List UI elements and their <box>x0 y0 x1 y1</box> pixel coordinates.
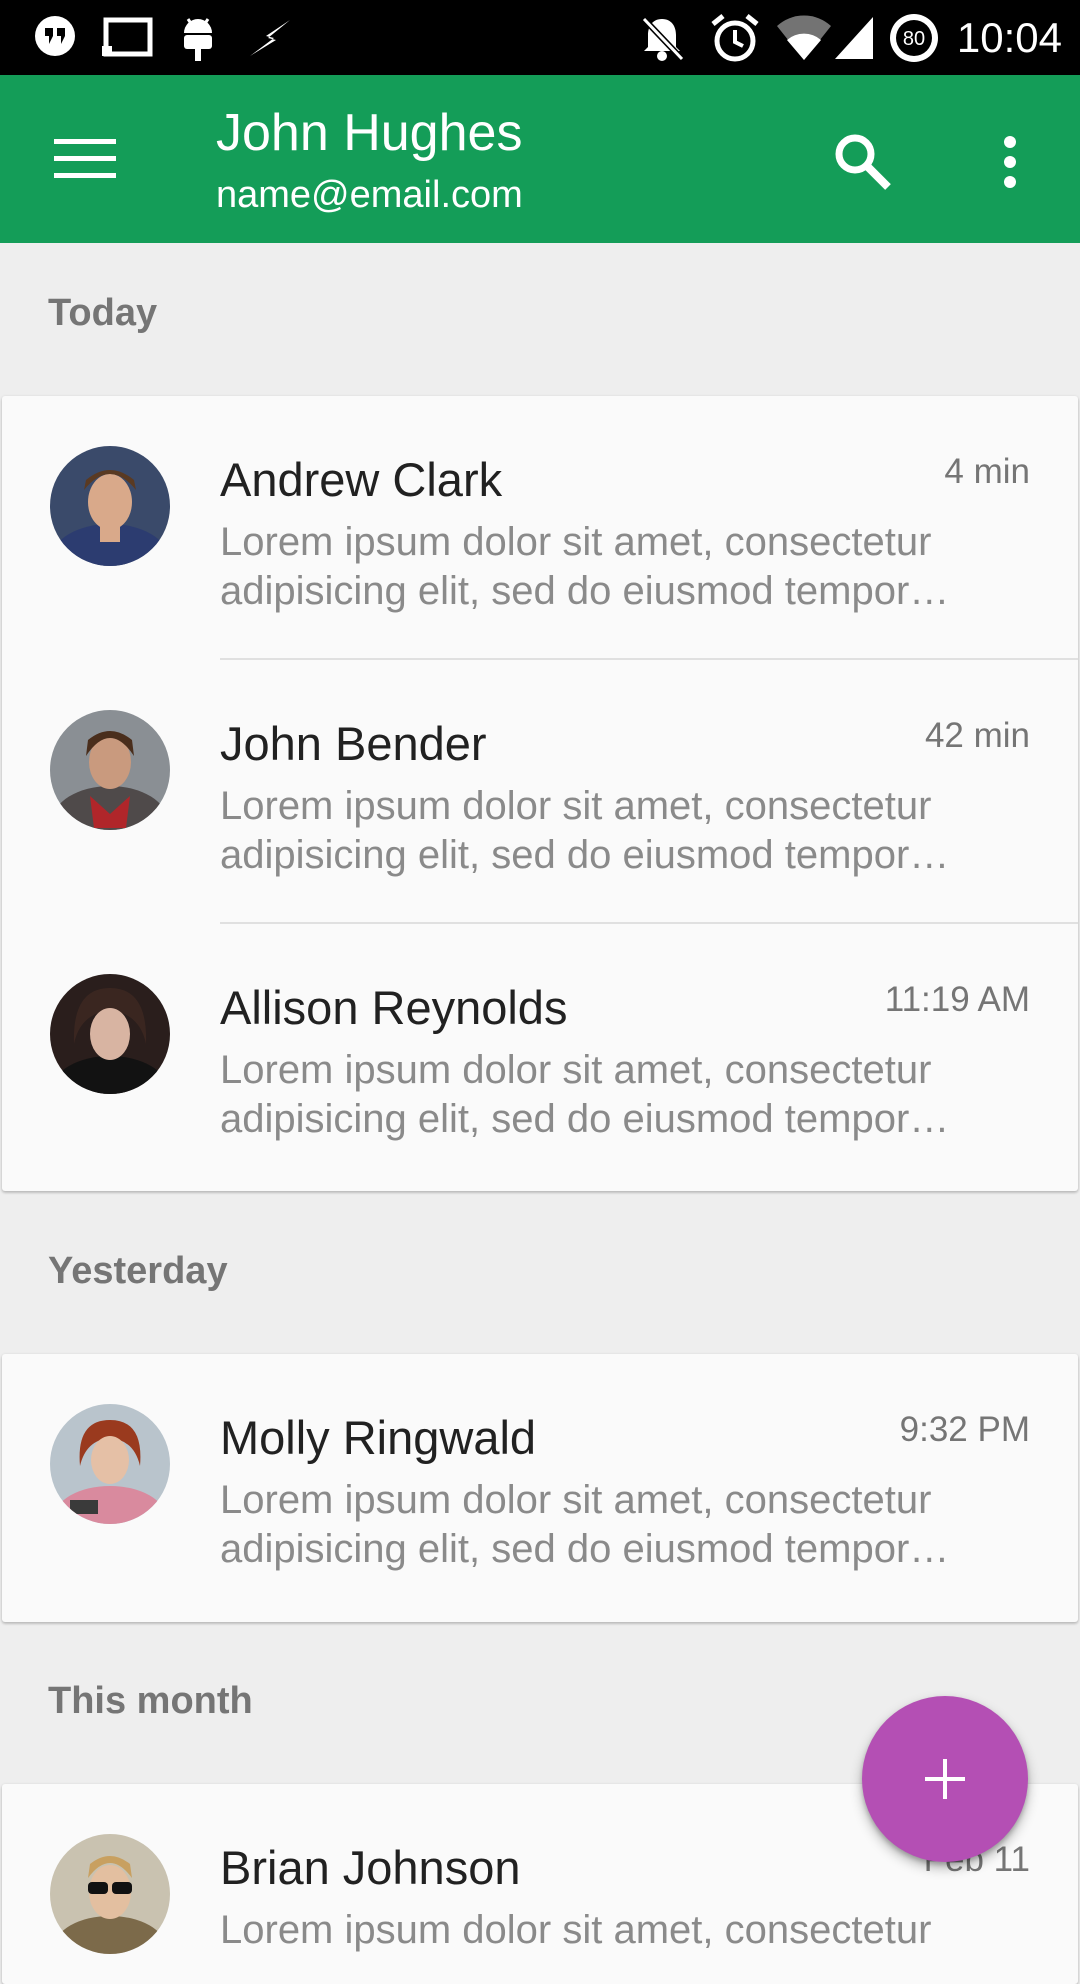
account-name[interactable]: John Hughes <box>216 103 522 163</box>
list-item[interactable]: Allison Reynolds 11:19 AM Lorem ipsum do… <box>2 924 1078 1188</box>
search-icon <box>835 134 891 190</box>
message-time: 9:32 PM <box>899 1410 1030 1449</box>
compose-fab-button[interactable] <box>862 1696 1028 1862</box>
avatar <box>50 974 170 1094</box>
more-vert-icon <box>1004 136 1016 188</box>
search-button[interactable] <box>820 119 906 205</box>
section-header-today: Today <box>48 292 158 334</box>
wifi-icon <box>774 10 834 65</box>
card-today: Andrew Clark 4 min Lorem ipsum dolor sit… <box>2 396 1078 1191</box>
message-preview-line-1: Lorem ipsum dolor sit amet, consectetur <box>220 1908 932 1952</box>
status-bar: 80 10:04 <box>0 0 1080 75</box>
menu-icon <box>54 139 116 178</box>
alarm-icon <box>708 10 762 65</box>
sender-name: John Bender <box>220 717 487 770</box>
avatar <box>50 446 170 566</box>
message-preview-line-2: adipisicing elit, sed do eiusmod tempor… <box>220 833 950 877</box>
status-time: 10:04 <box>956 14 1062 61</box>
section-header-this-month: This month <box>48 1680 253 1722</box>
list-item[interactable]: John Bender 42 min Lorem ipsum dolor sit… <box>2 660 1078 924</box>
section-header-yesterday: Yesterday <box>48 1250 228 1292</box>
message-preview-line-2: adipisicing elit, sed do eiusmod tempor… <box>220 1097 950 1141</box>
cell-signal-icon <box>832 10 876 65</box>
hangouts-icon <box>28 10 82 65</box>
cast-icon <box>98 10 156 65</box>
add-icon <box>925 1759 965 1799</box>
message-preview-line-1: Lorem ipsum dolor sit amet, consectetur <box>220 520 932 564</box>
notifications-off-icon <box>636 10 688 65</box>
flash-icon <box>244 10 296 65</box>
sender-name: Andrew Clark <box>220 453 503 506</box>
sender-name: Molly Ringwald <box>220 1411 537 1464</box>
avatar <box>50 1404 170 1524</box>
battery-icon: 80 <box>886 10 942 65</box>
message-time: 11:19 AM <box>884 980 1030 1019</box>
list-item[interactable]: Andrew Clark 4 min Lorem ipsum dolor sit… <box>2 396 1078 660</box>
avatar <box>50 710 170 830</box>
account-email[interactable]: name@email.com <box>216 174 523 217</box>
message-time: 42 min <box>924 716 1030 755</box>
menu-button[interactable] <box>30 109 140 209</box>
message-time: 4 min <box>944 452 1030 491</box>
list-item[interactable]: Molly Ringwald 9:32 PM Lorem ipsum dolor… <box>2 1354 1078 1618</box>
message-preview-line-2: adipisicing elit, sed do eiusmod tempor… <box>220 569 950 613</box>
app-bar: John Hughes name@email.com <box>0 75 1080 243</box>
card-yesterday: Molly Ringwald 9:32 PM Lorem ipsum dolor… <box>2 1354 1078 1622</box>
more-options-button[interactable] <box>970 119 1050 205</box>
message-preview-line-1: Lorem ipsum dolor sit amet, consectetur <box>220 1048 932 1092</box>
android-icon <box>174 10 222 65</box>
message-preview-line-1: Lorem ipsum dolor sit amet, consectetur <box>220 784 932 828</box>
sender-name: Brian Johnson <box>220 1841 521 1894</box>
avatar <box>50 1834 170 1954</box>
message-preview-line-2: adipisicing elit, sed do eiusmod tempor… <box>220 1527 950 1571</box>
battery-level: 80 <box>903 28 925 50</box>
message-preview-line-1: Lorem ipsum dolor sit amet, consectetur <box>220 1478 932 1522</box>
sender-name: Allison Reynolds <box>220 981 568 1034</box>
